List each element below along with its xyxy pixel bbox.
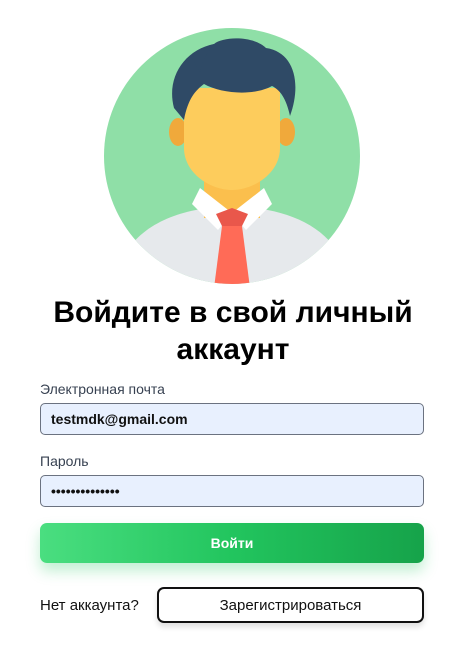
password-field[interactable]	[40, 475, 424, 507]
signup-prompt: Нет аккаунта?	[40, 597, 139, 614]
login-page: Войдите в свой личный аккаунт Электронна…	[0, 0, 466, 657]
page-title: Войдите в свой личный аккаунт	[53, 296, 413, 366]
login-button[interactable]: Войти	[40, 523, 424, 563]
user-avatar-icon	[104, 28, 360, 284]
register-button[interactable]: Зарегистрироваться	[157, 587, 424, 623]
password-label: Пароль	[40, 453, 89, 469]
email-field[interactable]	[40, 403, 424, 435]
email-label: Электронная почта	[40, 381, 165, 397]
